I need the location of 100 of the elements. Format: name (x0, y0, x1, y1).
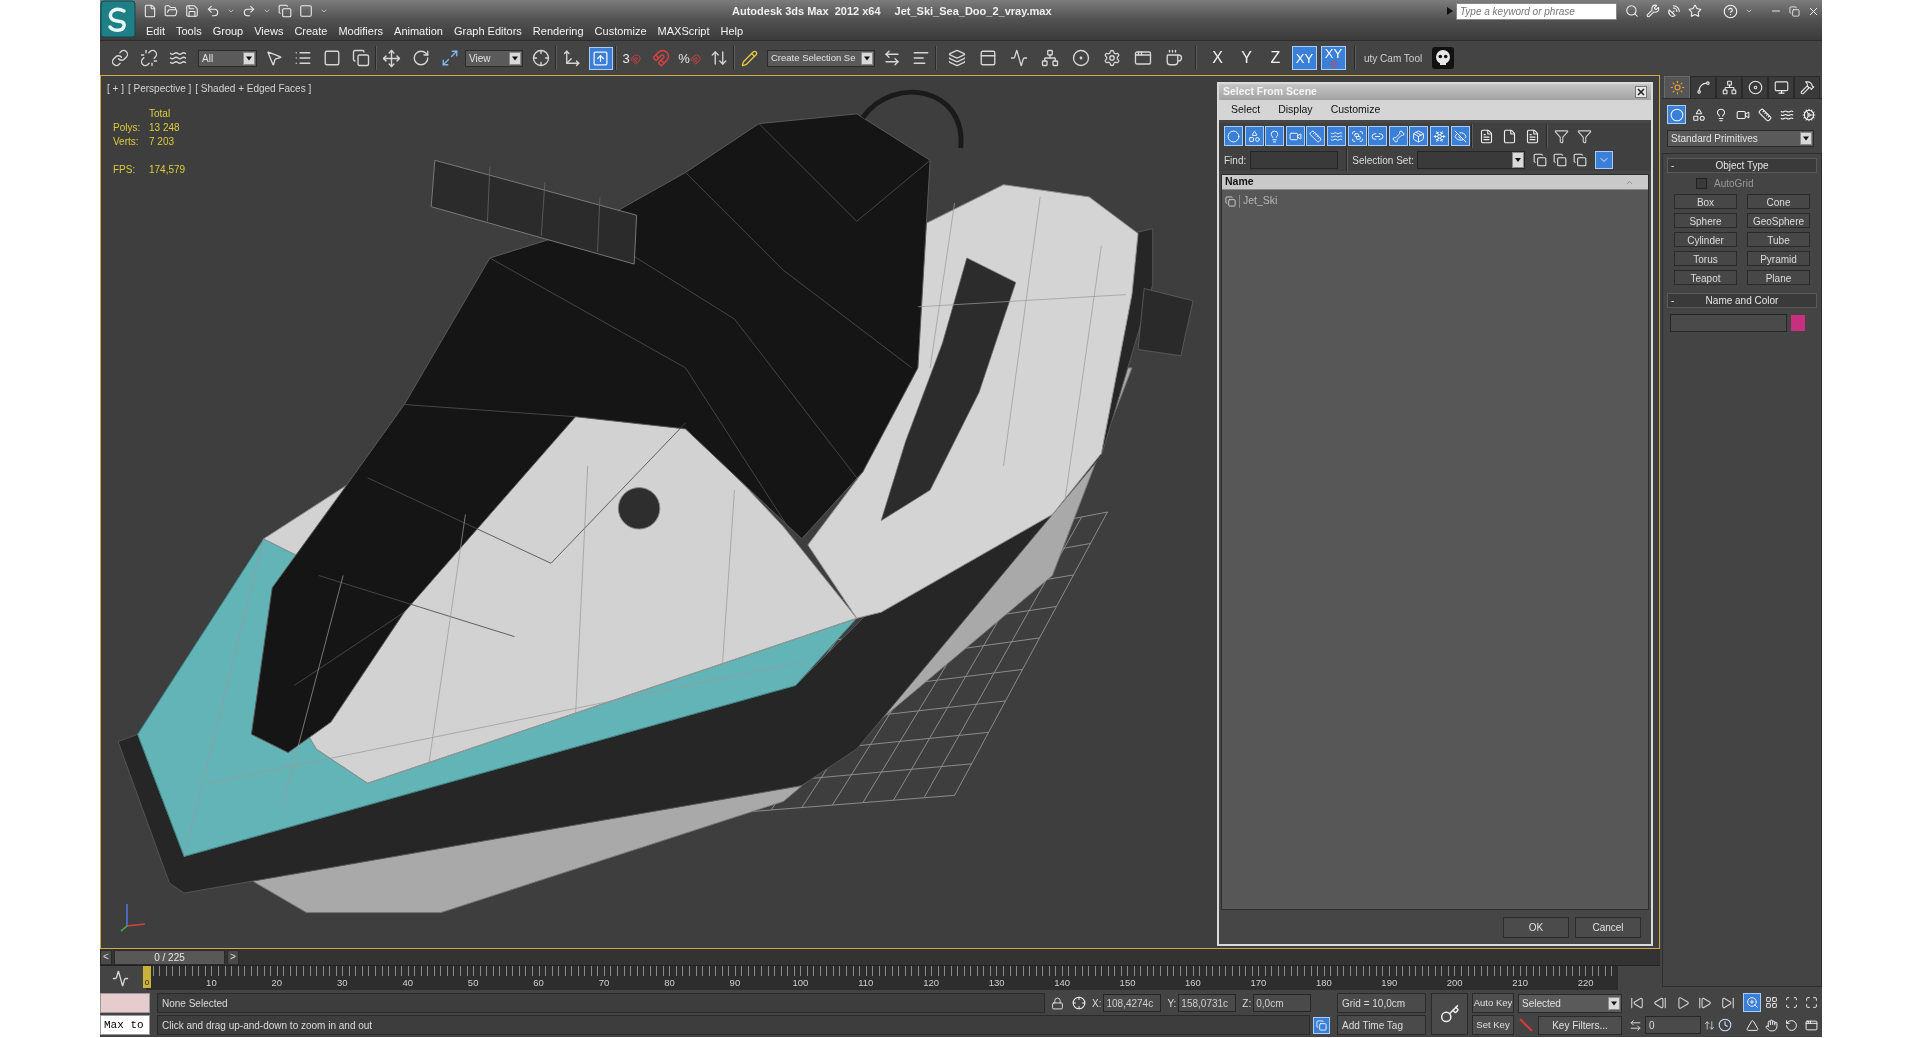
monitor-icon[interactable] (1773, 80, 1789, 95)
save-icon[interactable] (185, 4, 199, 18)
lock-icon[interactable] (1051, 996, 1064, 1010)
next-frame-button[interactable]: > (227, 949, 239, 965)
command-panel-tab[interactable] (1690, 76, 1716, 98)
coordinate-field[interactable]: 108,4274c (1103, 994, 1162, 1012)
menu-item[interactable]: Group (212, 22, 244, 40)
object-name-field[interactable] (1670, 314, 1787, 332)
menu-item[interactable]: Graph Editors (453, 22, 522, 40)
primitive-button[interactable]: Torus (1674, 251, 1737, 266)
find-field[interactable] (1250, 151, 1339, 169)
auto-key-button[interactable]: Auto Key (1472, 993, 1514, 1013)
primitive-button[interactable]: Plane (1747, 270, 1810, 285)
redo-icon[interactable] (242, 4, 256, 18)
checkbox[interactable] (1696, 177, 1707, 189)
current-frame-field[interactable]: 0 (1645, 1016, 1701, 1034)
axis-constraint-button[interactable]: X (1205, 46, 1230, 70)
current-frame-marker[interactable]: 0 (143, 966, 151, 988)
overlapping-squares-icon[interactable] (1572, 153, 1587, 167)
caret-icon[interactable] (227, 7, 235, 15)
curve-icon[interactable] (1695, 80, 1711, 95)
skull-icon[interactable] (1432, 47, 1455, 69)
step-back-icon[interactable] (1652, 996, 1667, 1010)
document-icon[interactable] (1525, 128, 1541, 144)
axis-constraint-button[interactable]: Z (1263, 46, 1288, 70)
viewport-menu-label[interactable]: [ Shaded + Edged Faces ] (195, 81, 312, 96)
cup-icon[interactable] (1164, 49, 1183, 67)
reference-coordinate-dropdown[interactable]: View (465, 49, 523, 67)
diagonal-arrows-icon[interactable] (440, 49, 459, 67)
link-icon[interactable] (110, 49, 129, 67)
set-keys-button[interactable] (1431, 993, 1468, 1035)
document-icon[interactable] (1502, 128, 1518, 144)
window-icon[interactable] (1133, 49, 1152, 67)
caret-icon[interactable] (263, 7, 271, 15)
dialog-button[interactable]: Cancel (1575, 916, 1641, 938)
list-icon[interactable] (293, 49, 312, 67)
rollout-header[interactable]: - Name and Color (1667, 293, 1817, 308)
menu-item[interactable]: Views (254, 22, 284, 40)
left-right-arrows-icon[interactable] (1629, 1018, 1642, 1032)
menu-item[interactable]: MAXScript (657, 22, 710, 40)
spinner-arrows-icon[interactable] (1704, 1019, 1715, 1031)
crosshair-icon[interactable] (531, 49, 550, 67)
pointer-icon[interactable] (264, 49, 283, 67)
undo-icon[interactable] (206, 4, 220, 18)
key-mode-dropdown[interactable]: Selected (1518, 993, 1622, 1013)
rollout-header[interactable]: - Object Type (1667, 158, 1817, 173)
axis-constraint-button[interactable]: XY (1321, 46, 1346, 70)
menu-item[interactable]: Tools (175, 22, 202, 40)
dialog-button[interactable]: OK (1503, 916, 1569, 938)
square-icon[interactable] (322, 49, 341, 67)
track-bar[interactable]: 0 10 20 30 40 50 60 70 80 90 100 110 120 130 140 150 160 170 180 190 200 210 220 (146, 966, 1618, 990)
star-icon[interactable] (1688, 4, 1702, 18)
toolbar-label[interactable]: uty Cam Tool (1364, 50, 1423, 66)
time-slider-thumb[interactable]: 0 / 225 (114, 949, 225, 965)
search-field[interactable]: Type a keyword or phrase (1456, 2, 1617, 20)
menu-item[interactable]: Modifiers (338, 22, 384, 40)
square-icon[interactable] (299, 4, 313, 18)
move-arrows-icon[interactable] (382, 48, 401, 68)
collapse-toggle[interactable]: - (1671, 158, 1681, 173)
overlapping-squares-icon[interactable] (351, 49, 370, 67)
search-icon[interactable] (1625, 4, 1639, 18)
step-forward-icon[interactable] (1698, 996, 1713, 1010)
waves-icon[interactable] (168, 49, 187, 67)
command-panel-tab[interactable] (1794, 76, 1820, 98)
caret-icon[interactable] (320, 7, 328, 15)
viewport-menu-label[interactable]: [ Perspective ] (127, 81, 192, 96)
primitive-button[interactable]: Tube (1747, 232, 1810, 247)
axis-constraint-button[interactable]: Y (1234, 46, 1259, 70)
previous-frame-button[interactable]: < (100, 949, 112, 965)
settings-icon[interactable] (1102, 49, 1121, 67)
primitive-button[interactable]: Box (1674, 194, 1737, 209)
sun-icon[interactable] (1669, 80, 1685, 95)
document-icon[interactable] (1479, 128, 1495, 144)
key-filters-button[interactable]: Key Filters... (1538, 1015, 1622, 1035)
primitive-button[interactable]: Pyramid (1747, 251, 1810, 266)
collapse-toggle[interactable]: - (1671, 293, 1681, 308)
restore-icon[interactable] (1789, 5, 1800, 17)
color-swatch-icon[interactable] (1791, 315, 1805, 331)
overlapping-squares-icon[interactable] (1552, 153, 1567, 167)
command-panel-tab[interactable] (1716, 76, 1742, 98)
primitive-type-dropdown[interactable]: Standard Primitives (1667, 130, 1814, 147)
satellite-dish-icon[interactable] (1667, 4, 1681, 18)
dialog-menu-item[interactable]: Select (1231, 102, 1261, 118)
align-icon[interactable] (911, 49, 930, 67)
primitive-button[interactable]: Cylinder (1674, 232, 1737, 247)
menu-item[interactable]: Create (294, 22, 328, 40)
selection-set-field[interactable] (1416, 151, 1525, 169)
rotate-icon[interactable] (411, 49, 430, 67)
filter-icon[interactable] (1554, 128, 1570, 144)
hierarchy-icon[interactable] (1721, 80, 1737, 95)
time-slider-track[interactable]: < 0 / 225 > (100, 949, 1660, 966)
primitive-button[interactable]: Cone (1747, 194, 1810, 209)
coordinate-field[interactable]: 158,0731c (1178, 994, 1237, 1012)
panel-icon[interactable] (978, 49, 997, 67)
column-header[interactable]: Name (1222, 175, 1648, 190)
key-icon[interactable] (1439, 1004, 1460, 1024)
pulse-line-icon[interactable] (1009, 49, 1028, 67)
viewport-menu-label[interactable]: [ + ] (107, 81, 124, 96)
menu-item[interactable]: Rendering (532, 22, 584, 40)
named-selection-dropdown[interactable]: Create Selection Se (767, 49, 875, 67)
